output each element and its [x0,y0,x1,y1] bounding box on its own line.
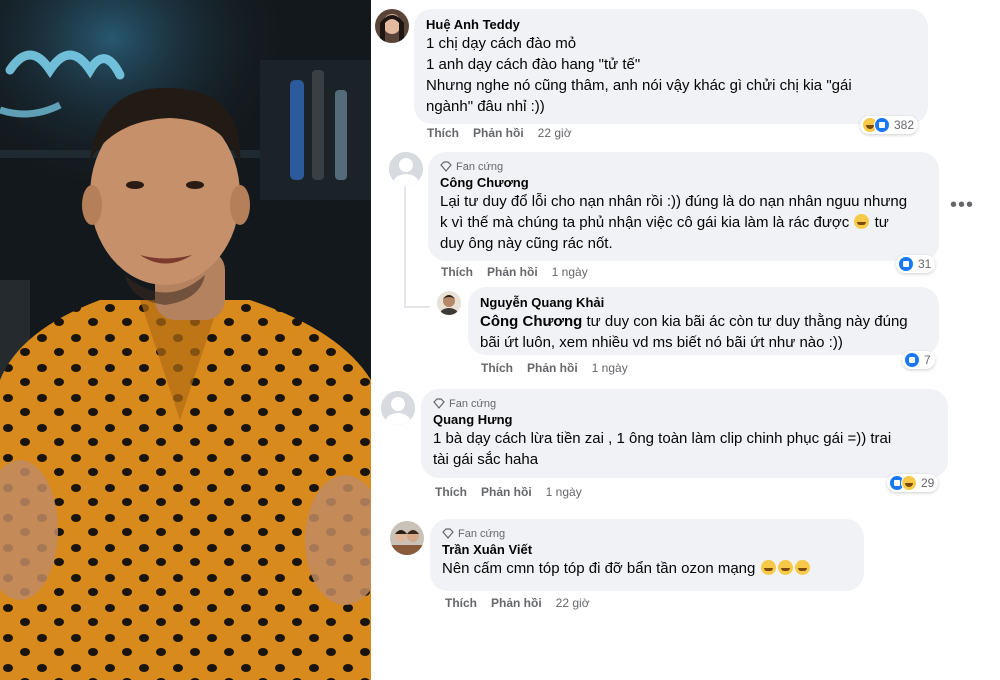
like-button[interactable]: Thích [441,265,473,279]
comment-timestamp[interactable]: 1 ngày [546,485,582,499]
comment-actions: Thích Phản hồi 1 ngày [481,361,628,375]
comment-text-line: k vì thế mà chúng ta phủ nhận việc cô gá… [440,212,927,233]
avatar[interactable] [381,391,415,425]
group-photo-icon [390,521,424,555]
comment-actions: Thích Phản hồi 22 giờ [445,596,590,610]
reply-button[interactable]: Phản hồi [481,485,532,499]
avatar[interactable] [437,291,461,315]
relieved-emoji-icon [794,560,810,575]
reaction-count: 31 [918,257,932,271]
smiley-emoji-icon [854,214,870,229]
diamond-icon [433,398,445,409]
comment-text-line: Lại tư duy đổ lỗi cho nạn nhân rồi :)) đ… [440,193,908,210]
diamond-icon [442,528,454,539]
comment-author[interactable]: Quang Hưng [433,411,936,428]
comment-text-line: duy ông này cũng rác nốt. [440,235,613,252]
like-button[interactable]: Thích [445,596,477,610]
comment-actions: Thích Phản hồi 1 ngày [435,485,582,499]
comment-author[interactable]: Công Chương [440,174,927,191]
default-avatar-icon [389,152,423,186]
comment-text-line: tài gái sắc haha [433,451,539,468]
avatar[interactable] [389,152,423,186]
video-thumbnail[interactable] [0,0,371,680]
reaction-count: 7 [924,353,931,367]
comment-text-segment: tư [874,214,889,231]
comment-text-segment: tư duy con kia bãi ác còn tư duy thằng n… [586,313,908,330]
like-reaction-icon [898,256,914,272]
comment-text-segment: k vì thế mà chúng ta phủ nhận việc cô gá… [440,214,850,231]
reaction-summary[interactable]: 382 [860,116,919,134]
reaction-summary[interactable]: 7 [902,351,935,369]
user-photo-icon [437,291,461,315]
default-avatar-icon [381,391,415,425]
fan-badge: Fan cứng [442,526,852,541]
more-options-icon[interactable]: ••• [950,195,974,215]
comment-actions: Thích Phản hồi 1 ngày [441,265,588,279]
comment-text-segment: Nên cấm cmn tóp tóp đi đỡ bẩn tần ozon m… [442,560,756,577]
comment-bubble: Nguyễn Quang Khải Công Chương tư duy con… [468,287,939,355]
reaction-count: 382 [894,118,915,132]
reaction-summary[interactable]: 31 [896,255,936,273]
comment-bubble: Fan cứng Quang Hưng 1 bà dạy cách lừa ti… [421,389,948,478]
comment-author[interactable]: Nguyễn Quang Khải [480,294,927,311]
like-reaction-icon [874,117,890,133]
comment-text-line: 1 anh dạy cách đào hang "tử tế" [426,56,641,73]
fan-badge-label: Fan cứng [458,527,506,540]
comment-text-line: ngành" đâu nhỉ :)) [426,98,545,115]
reply-button[interactable]: Phản hồi [491,596,542,610]
comment-timestamp[interactable]: 22 giờ [538,126,572,140]
reply-button[interactable]: Phản hồi [527,361,578,375]
comment-text-line: 1 bà dạy cách lừa tiền zai , 1 ông toàn … [433,430,892,447]
comment-text-line: Nhưng nghe nó cũng thâm, anh nói vậy khá… [426,77,852,94]
comment-text-line: 1 chị dạy cách đào mỏ [426,35,577,52]
reply-button[interactable]: Phản hồi [487,265,538,279]
like-button[interactable]: Thích [481,361,513,375]
mention-link[interactable]: Công Chương [480,313,582,330]
comment-timestamp[interactable]: 1 ngày [552,265,588,279]
comment-bubble: Huệ Anh Teddy 1 chị dạy cách đào mỏ 1 an… [414,9,928,124]
fan-badge-label: Fan cứng [456,160,504,173]
like-button[interactable]: Thích [435,485,467,499]
avatar[interactable] [375,9,409,43]
comment-bubble: Fan cứng Trần Xuân Viết Nên cấm cmn tóp … [430,519,864,591]
thread-line [404,306,430,308]
comment-author[interactable]: Huệ Anh Teddy [426,16,916,33]
relieved-emoji-icon [777,560,793,575]
fan-badge: Fan cứng [440,159,927,174]
like-reaction-icon [904,352,920,368]
reaction-count: 29 [921,476,935,490]
like-button[interactable]: Thích [427,126,459,140]
avatar[interactable] [390,521,424,555]
comment-bubble: Fan cứng Công Chương Lại tư duy đổ lỗi c… [428,152,939,261]
man-in-polka-dot-shirt-image [0,0,371,680]
comment-author[interactable]: Trần Xuân Viết [442,541,852,558]
fan-badge-label: Fan cứng [449,397,497,410]
fan-badge: Fan cứng [433,396,936,411]
comment-text-line: bãi ứt luôn, xem nhiều vd ms biết nó bãi… [480,334,843,351]
reaction-summary[interactable]: 29 [887,474,939,492]
comment-actions: Thích Phản hồi 22 giờ [427,126,572,140]
comment-text-line: Công Chương tư duy con kia bãi ác còn tư… [480,311,927,332]
reply-button[interactable]: Phản hồi [473,126,524,140]
thread-line [404,186,406,306]
relieved-emoji-icon [760,560,776,575]
haha-reaction-icon [901,475,917,491]
comment-timestamp[interactable]: 1 ngày [592,361,628,375]
comment-text-line: Nên cấm cmn tóp tóp đi đỡ bẩn tần ozon m… [442,558,852,579]
diamond-icon [440,161,452,172]
comment-timestamp[interactable]: 22 giờ [556,596,590,610]
user-photo-icon [375,9,409,43]
